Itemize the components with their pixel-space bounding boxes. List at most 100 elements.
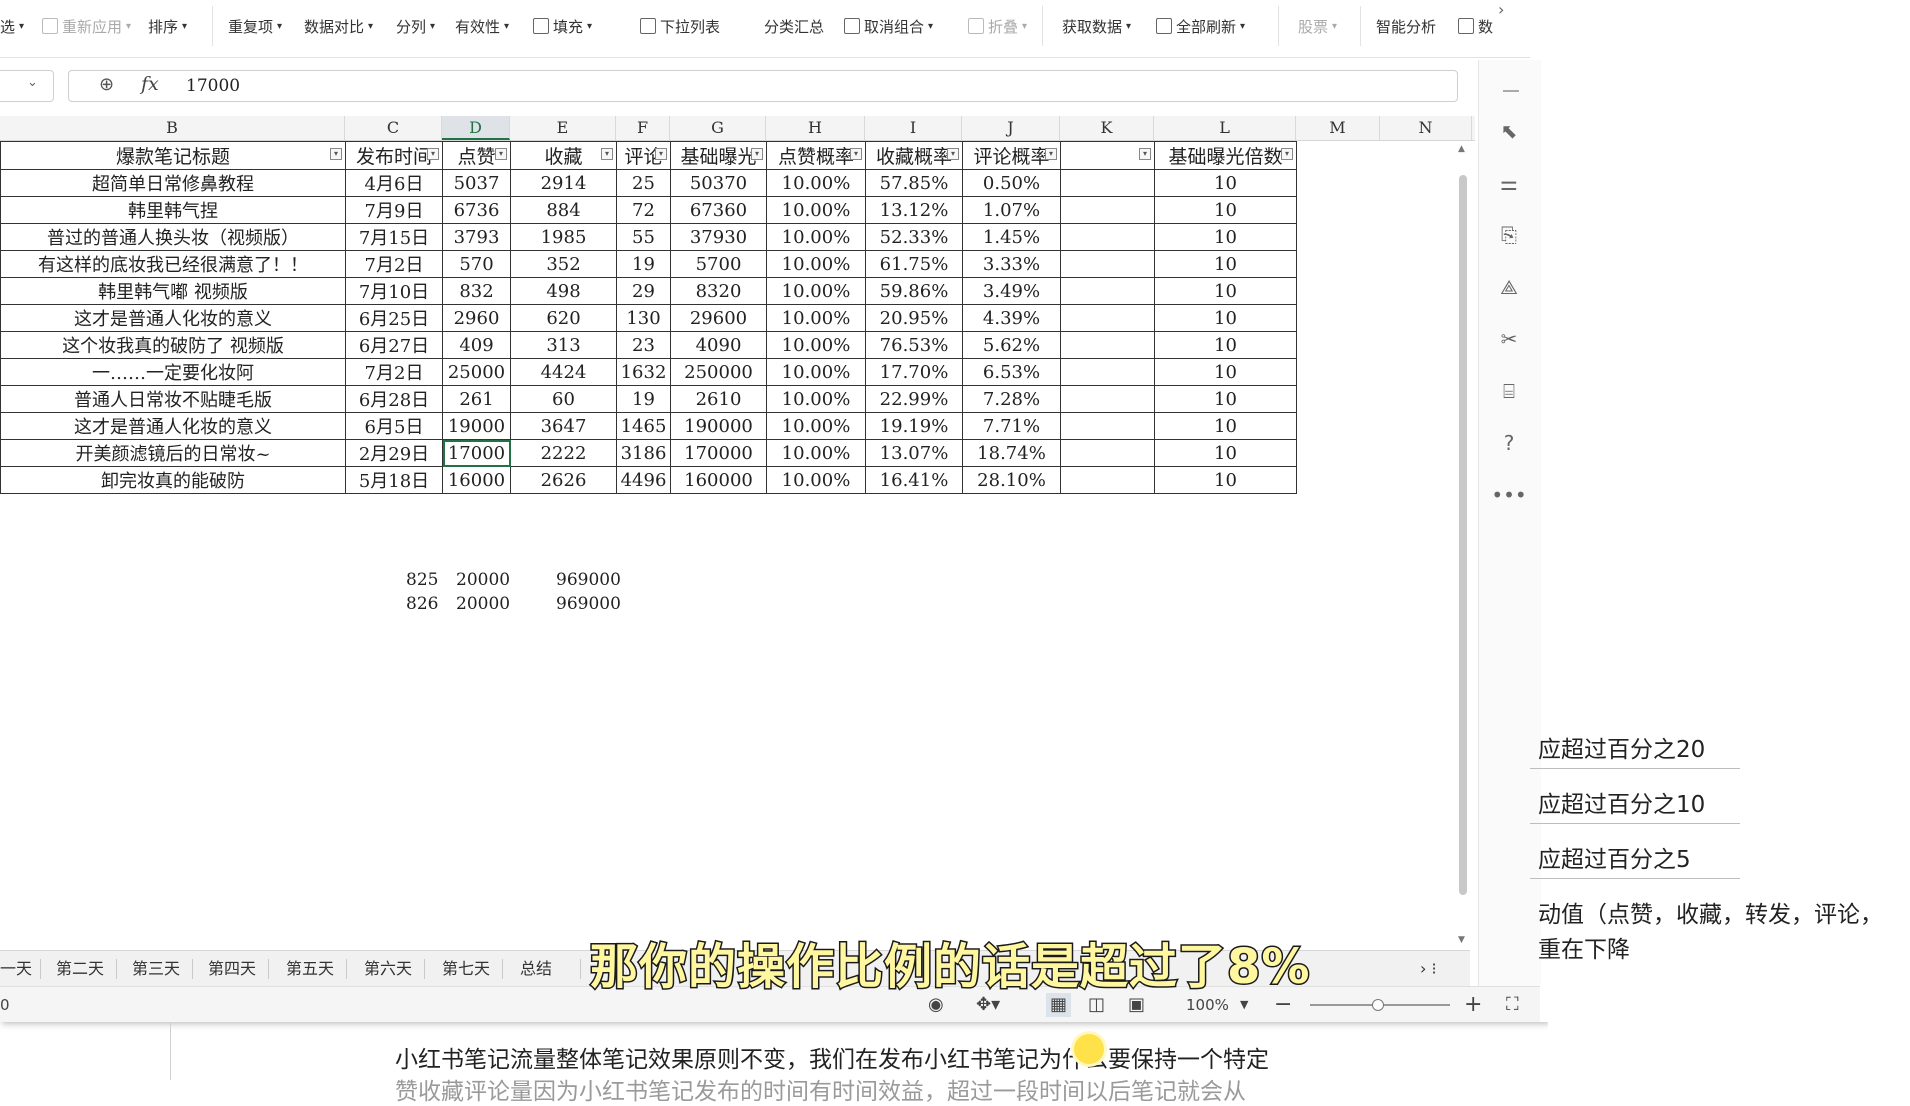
ribbon-item-8[interactable]: 下拉列表	[640, 13, 720, 39]
ribbon-item-3[interactable]: 重复项 ▾	[228, 13, 282, 39]
table-cell[interactable]: 22.99%	[865, 385, 963, 413]
table-cell[interactable]: 409	[442, 331, 511, 359]
table-header-cell[interactable]: 收藏 ▾	[510, 141, 617, 170]
table-cell[interactable]: 4496	[616, 466, 671, 494]
zoom-slider-handle[interactable]	[1372, 999, 1384, 1011]
table-cell[interactable]: 10	[1154, 358, 1297, 386]
table-cell[interactable]: 160000	[670, 466, 767, 494]
filter-dropdown-icon[interactable]: ▾	[330, 148, 342, 160]
table-cell[interactable]: 7.28%	[962, 385, 1061, 413]
table-cell[interactable]: 4.39%	[962, 304, 1061, 332]
ribbon-item-2[interactable]: 排序 ▾	[148, 13, 187, 39]
table-cell[interactable]: 5037	[442, 169, 511, 197]
table-cell[interactable]: 130	[616, 304, 671, 332]
table-cell[interactable]: 10.00%	[766, 250, 866, 278]
book-icon[interactable]: ⌸	[1496, 378, 1522, 404]
table-cell[interactable]: 7月2日	[345, 358, 443, 386]
filter-dropdown-icon[interactable]: ▾	[495, 148, 507, 160]
sheet-tab-0[interactable]: 一天	[0, 957, 32, 981]
table-cell[interactable]: 2610	[670, 385, 767, 413]
table-cell[interactable]: 10	[1154, 277, 1297, 305]
stray-value[interactable]: 20000	[456, 594, 510, 614]
table-cell[interactable]: 6.53%	[962, 358, 1061, 386]
ribbon-item-7[interactable]: 填充 ▾	[533, 13, 592, 39]
table-cell[interactable]: 超简单日常修鼻教程	[0, 169, 346, 197]
table-cell[interactable]: 3186	[616, 439, 671, 467]
table-cell[interactable]: 352	[510, 250, 617, 278]
select-cursor-icon[interactable]: ⬉	[1496, 118, 1522, 144]
table-cell[interactable]: 5月18日	[345, 466, 443, 494]
table-cell[interactable]: 23	[616, 331, 671, 359]
table-cell[interactable]: 7月15日	[345, 223, 443, 251]
table-cell[interactable]: 10.00%	[766, 223, 866, 251]
column-header-B[interactable]: B	[0, 116, 345, 140]
table-cell[interactable]: 10	[1154, 250, 1297, 278]
table-cell[interactable]: 884	[510, 196, 617, 224]
sheet-tab-6[interactable]: 第七天	[442, 957, 490, 981]
scroll-up-icon[interactable]: ▲	[1458, 144, 1465, 154]
table-cell[interactable]: 1985	[510, 223, 617, 251]
table-cell[interactable]: 10	[1154, 331, 1297, 359]
table-cell[interactable]: 29600	[670, 304, 767, 332]
ribbon-item-4[interactable]: 数据对比 ▾	[304, 13, 373, 39]
table-cell[interactable]: 16.41%	[865, 466, 963, 494]
table-cell[interactable]	[1060, 412, 1155, 440]
table-cell[interactable]: 2月29日	[345, 439, 443, 467]
table-cell[interactable]	[1060, 331, 1155, 359]
filter-dropdown-icon[interactable]: ▾	[1045, 148, 1057, 160]
table-cell[interactable]: 10	[1154, 412, 1297, 440]
column-header-K[interactable]: K	[1060, 116, 1154, 140]
zoom-in-icon[interactable]: +	[1464, 993, 1482, 1017]
table-header-cell[interactable]: 基础曝光 ▾	[670, 141, 767, 170]
tools-icon[interactable]: ✂	[1496, 326, 1522, 352]
table-header-cell[interactable]: 点赞 ▾	[442, 141, 511, 170]
table-cell[interactable]: 13.07%	[865, 439, 963, 467]
table-cell[interactable]: 卸完妆真的能破防	[0, 466, 346, 494]
table-cell[interactable]	[1060, 358, 1155, 386]
column-header-N[interactable]: N	[1380, 116, 1472, 140]
table-cell[interactable]: 1632	[616, 358, 671, 386]
table-cell[interactable]: 6736	[442, 196, 511, 224]
table-header-cell[interactable]: 爆款笔记标题 ▾	[0, 141, 346, 170]
table-cell[interactable]: 2960	[442, 304, 511, 332]
table-cell[interactable]: 18.74%	[962, 439, 1061, 467]
table-cell[interactable]: 76.53%	[865, 331, 963, 359]
table-cell[interactable]: 有这样的底妆我已经很满意了！！	[0, 250, 346, 278]
table-cell[interactable]	[1060, 304, 1155, 332]
column-header-J[interactable]: J	[962, 116, 1060, 140]
style-icon[interactable]: ⟁	[1496, 274, 1522, 300]
table-cell[interactable]: 37930	[670, 223, 767, 251]
table-cell[interactable]: 这才是普通人化妆的意义	[0, 412, 346, 440]
table-cell[interactable]: 一……一定要化妆阿	[0, 358, 346, 386]
table-cell[interactable]: 10.00%	[766, 277, 866, 305]
table-cell[interactable]: 7.71%	[962, 412, 1061, 440]
table-cell[interactable]: 4090	[670, 331, 767, 359]
table-cell[interactable]: 2914	[510, 169, 617, 197]
table-header-cell[interactable]: 收藏概率 ▾	[865, 141, 963, 170]
sheet-tab-4[interactable]: 第五天	[286, 957, 334, 981]
table-cell[interactable]: 28.10%	[962, 466, 1061, 494]
column-header-F[interactable]: F	[616, 116, 670, 140]
ribbon-item-12[interactable]: 获取数据 ▾	[1062, 13, 1131, 39]
fx-icon[interactable]: fx	[141, 73, 159, 95]
table-cell[interactable]	[1060, 466, 1155, 494]
filter-dropdown-icon[interactable]: ▾	[601, 148, 613, 160]
table-cell[interactable]: 55	[616, 223, 671, 251]
table-cell[interactable]: 72	[616, 196, 671, 224]
table-cell[interactable]: 开美颜滤镜后的日常妆~	[0, 439, 346, 467]
table-cell[interactable]: 60	[510, 385, 617, 413]
table-cell[interactable]: 7月9日	[345, 196, 443, 224]
sheet-tab-7[interactable]: 总结	[520, 957, 552, 981]
scroll-down-icon[interactable]: ▼	[1458, 935, 1465, 945]
scrollbar-thumb[interactable]	[1459, 175, 1467, 895]
table-cell[interactable]: 1465	[616, 412, 671, 440]
stray-value[interactable]: 826	[406, 594, 438, 614]
table-cell[interactable]: 0.50%	[962, 169, 1061, 197]
table-cell[interactable]: 19	[616, 385, 671, 413]
table-cell[interactable]: 1.45%	[962, 223, 1061, 251]
table-cell[interactable]: 普通人日常妆不贴睫毛版	[0, 385, 346, 413]
table-cell[interactable]: 67360	[670, 196, 767, 224]
fullscreen-icon[interactable]: ⛶	[1506, 993, 1519, 1017]
table-cell[interactable]: 10.00%	[766, 412, 866, 440]
table-cell[interactable]: 3647	[510, 412, 617, 440]
